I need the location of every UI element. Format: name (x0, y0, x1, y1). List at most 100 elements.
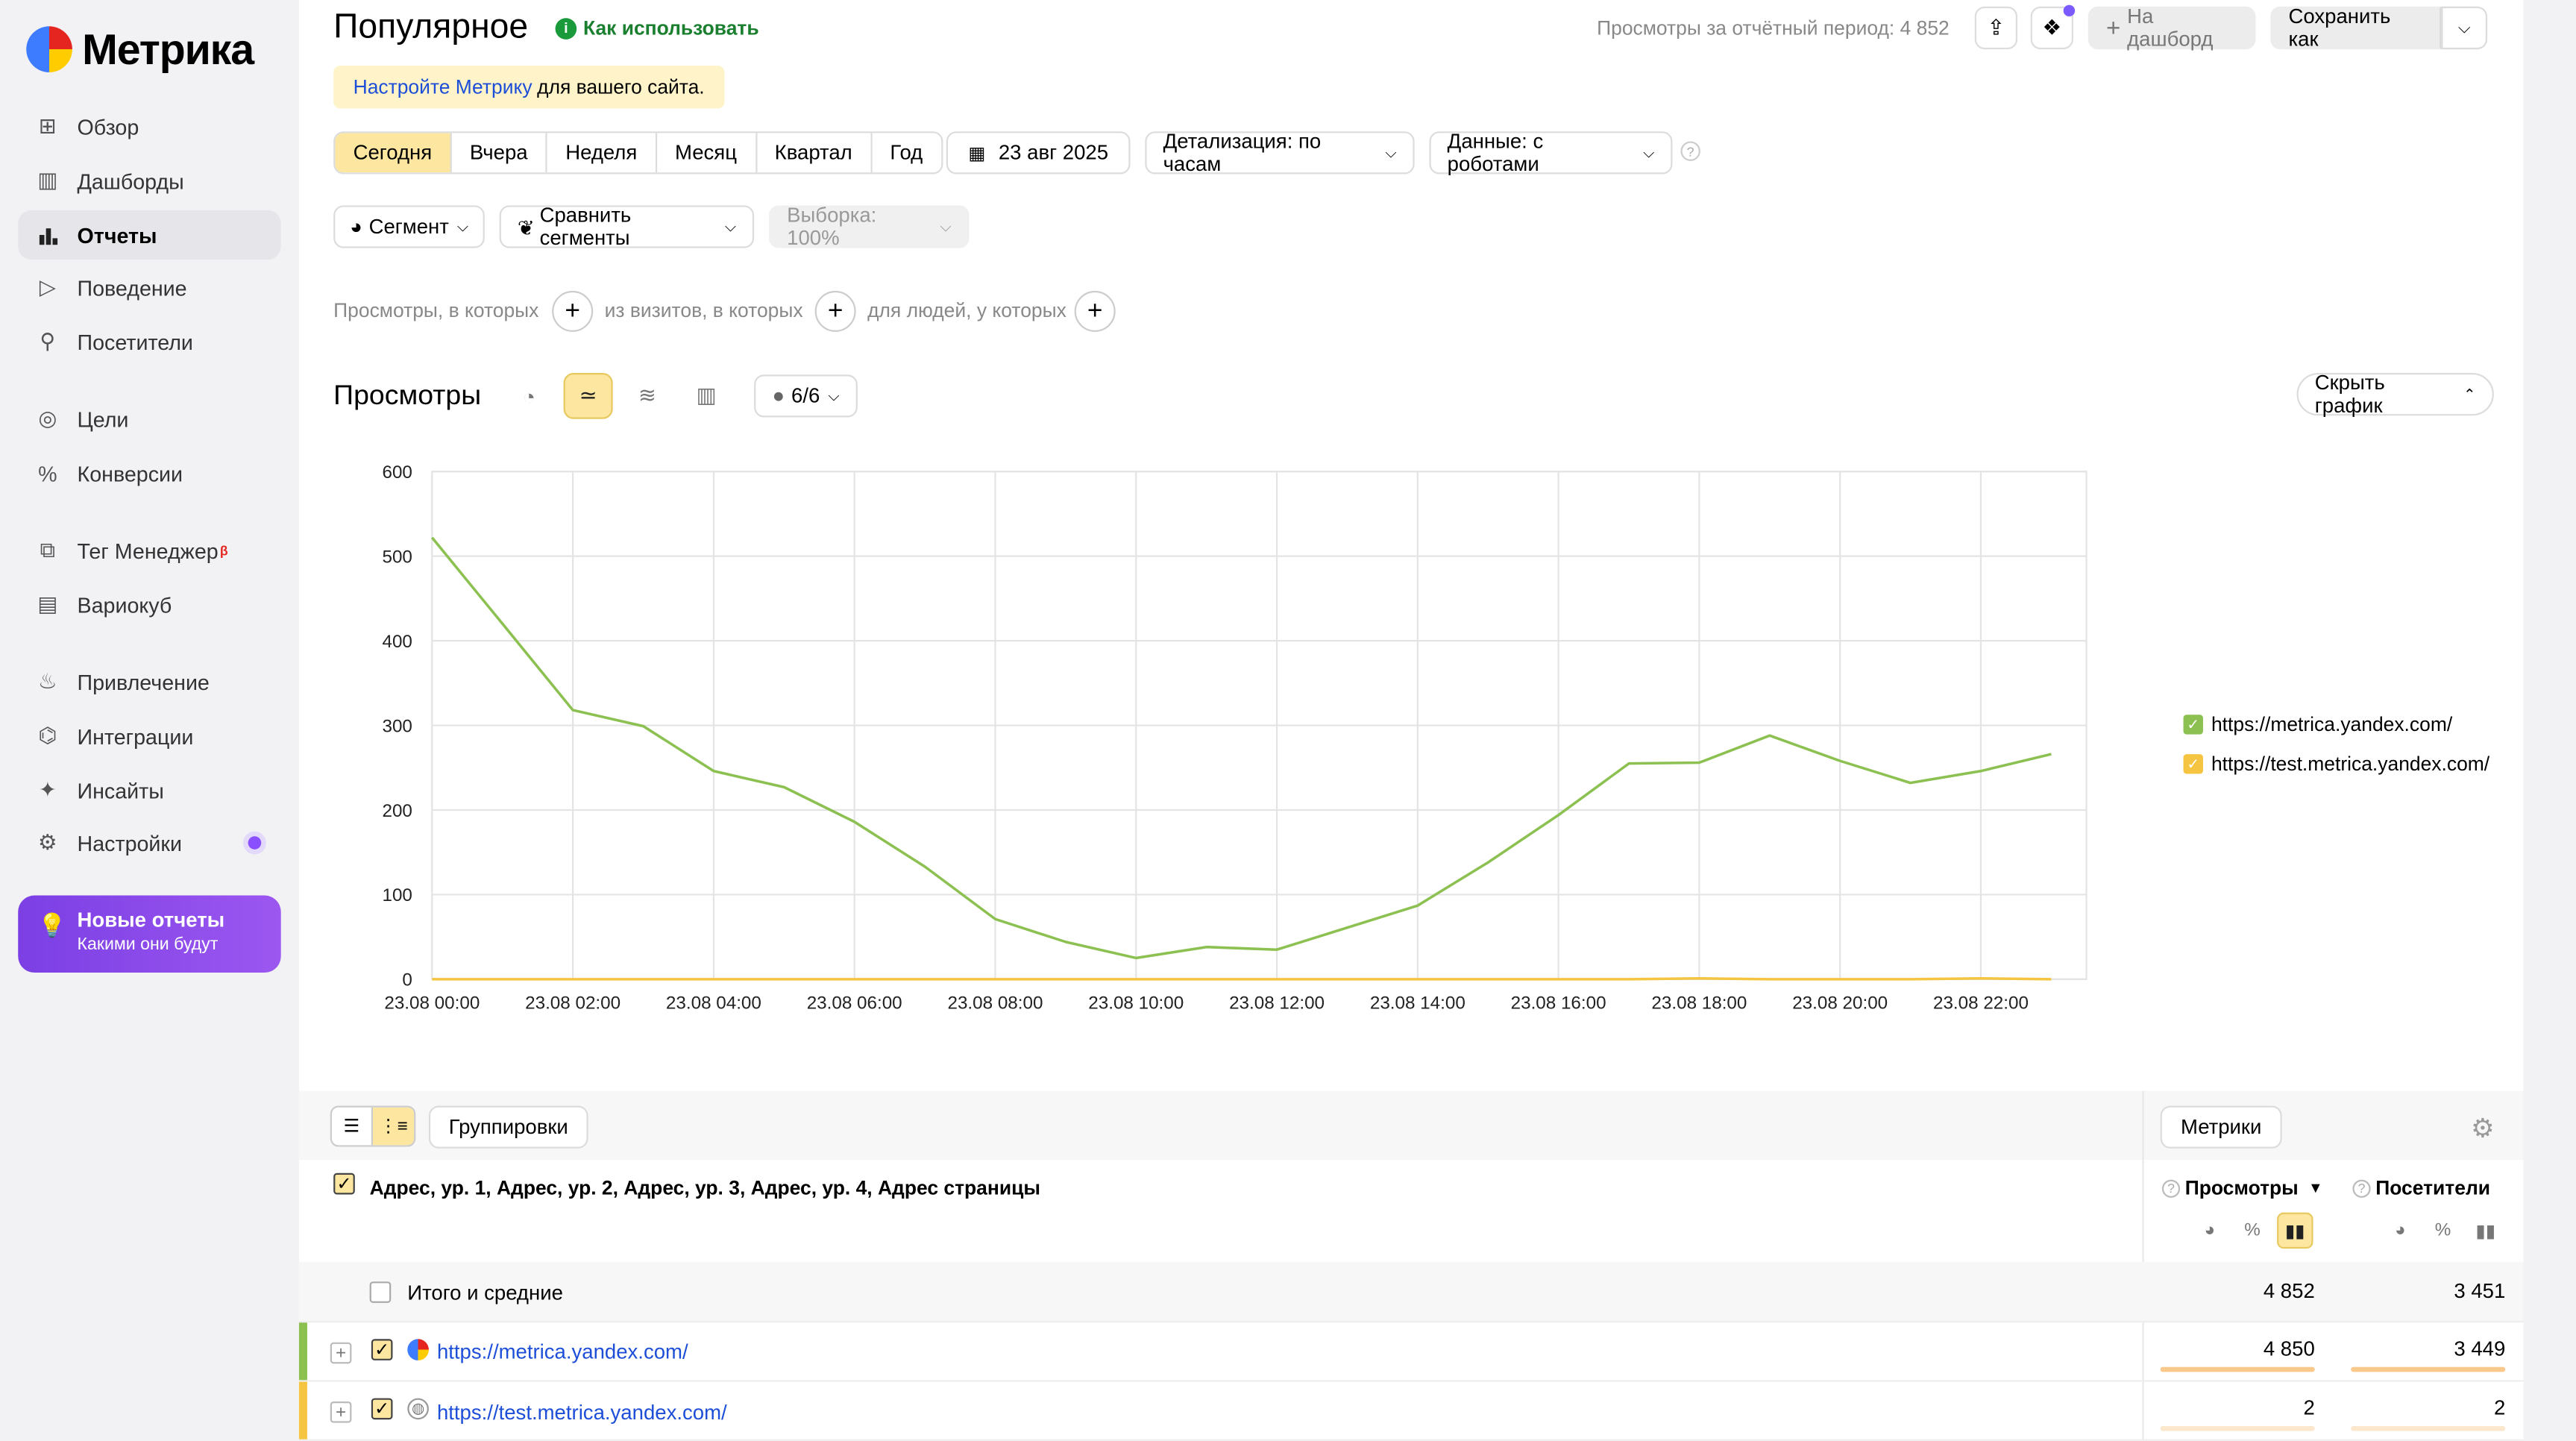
add-views-condition-button[interactable]: + (552, 290, 594, 332)
series-toggle-dropdown[interactable]: ● 6/6 ⌵ (754, 374, 858, 418)
data-mode-label: Данные: с роботами (1447, 130, 1544, 176)
export-button[interactable]: ⇪ (1974, 6, 2018, 50)
column-header-views[interactable]: ? Просмотры ▼ (2161, 1176, 2323, 1199)
help-icon[interactable]: ? (2161, 1178, 2181, 1197)
sidebar-item-goals[interactable]: ◎ Цели (18, 395, 280, 444)
drops-icon: ❦ (517, 216, 535, 239)
metrics-button[interactable]: Метрики (2160, 1105, 2282, 1149)
sidebar-item-dashboards[interactable]: ▥ Дашборды (18, 156, 280, 205)
sidebar-item-settings[interactable]: ⚙ Настройки (18, 818, 280, 867)
add-visits-condition-button[interactable]: + (814, 290, 856, 332)
tree-view-button[interactable]: ⋮≡ (373, 1107, 415, 1146)
legend-checkbox-icon: ✓ (2183, 754, 2203, 774)
chart-type-bar[interactable]: ▥ (682, 373, 731, 419)
date-picker[interactable]: ▦ 23 авг 2025 (946, 131, 1131, 175)
tag-manager-icon: ⧉ (40, 537, 56, 562)
period-week[interactable]: Неделя (547, 133, 657, 173)
row-visitors: 3 449 (2454, 1337, 2506, 1360)
row-url-link[interactable]: https://metrica.yandex.com/ (437, 1340, 688, 1363)
row-visitors: 2 (2493, 1396, 2506, 1420)
save-as-button[interactable]: Сохранить как (2270, 5, 2442, 51)
groupings-button[interactable]: Группировки (428, 1105, 588, 1149)
dimension-header: Адрес, ур. 1, Адрес, ур. 2, Адрес, ур. 3… (369, 1176, 1040, 1200)
add-people-condition-button[interactable]: + (1074, 290, 1116, 332)
period-today[interactable]: Сегодня (335, 133, 452, 173)
row-views: 2 (2303, 1396, 2315, 1420)
views-bar-toggle[interactable]: ▮▮ (2277, 1212, 2313, 1249)
sidebar-item-label: Привлечение (77, 669, 210, 694)
period-quarter[interactable]: Квартал (756, 133, 873, 173)
views-share-track (2160, 1426, 2315, 1431)
legend-item-metrica[interactable]: ✓ https://metrica.yandex.com/ (2183, 713, 2452, 736)
legend-checkbox-icon: ✓ (2183, 715, 2203, 735)
metrica-favicon-icon (407, 1339, 429, 1360)
ai-assistant-button[interactable]: ❖ (2030, 4, 2076, 50)
chart-type-area[interactable]: ≋ (623, 373, 672, 419)
select-all-checkbox[interactable]: ✓ (333, 1172, 355, 1195)
total-label: Итого и средние (407, 1281, 563, 1305)
row-checkbox[interactable]: ✓ (371, 1398, 393, 1420)
sidebar-item-overview[interactable]: ⊞ Обзор (18, 102, 280, 151)
period-year[interactable]: Год (872, 133, 940, 172)
condition-label-views: Просмотры, в которых (333, 298, 539, 322)
views-pie-toggle[interactable]: ◕ (2192, 1213, 2228, 1249)
chevron-down-icon: ⌵ (724, 217, 736, 234)
row-color-marker (298, 1322, 307, 1381)
row-url-link[interactable]: https://test.metrica.yandex.com/ (437, 1401, 727, 1425)
bar-chart-icon: ▮▮ (2284, 1221, 2305, 1242)
how-to-use-link[interactable]: i Как использовать (555, 16, 759, 40)
sidebar-item-tag-manager[interactable]: ⧉ Тег Менеджер β (18, 526, 280, 575)
sample-dropdown[interactable]: Выборка: 100% ⌵ (768, 204, 970, 250)
sidebar-item-integrations[interactable]: ⌬ Интеграции (18, 712, 280, 761)
visitors-bar-toggle[interactable]: ▮▮ (2468, 1213, 2504, 1249)
x-tick-label: 23.08 22:00 (1933, 993, 2029, 1014)
save-as-dropdown[interactable]: ⌵ (2441, 6, 2488, 50)
expand-row-button[interactable]: + (330, 1342, 352, 1364)
sparkle-icon: ✦ (38, 776, 57, 802)
chevron-down-icon: ⌵ (456, 217, 468, 234)
total-checkbox[interactable] (369, 1281, 392, 1303)
list-view-button[interactable]: ☰ (332, 1107, 374, 1146)
expand-row-button[interactable]: + (330, 1401, 352, 1423)
visitors-pie-toggle[interactable]: ◕ (2382, 1213, 2418, 1249)
column-header-visitors[interactable]: ? Посетители (2352, 1176, 2490, 1199)
sidebar-item-visitors[interactable]: ⚲ Посетители (18, 317, 280, 366)
compare-segments-dropdown[interactable]: ❦ Сравнить сегменты ⌵ (499, 204, 755, 250)
reports-icon (34, 222, 60, 248)
row-checkbox[interactable]: ✓ (371, 1339, 393, 1360)
segment-dropdown[interactable]: ◕ Сегмент ⌵ (333, 205, 485, 248)
sidebar-item-conversions[interactable]: % Конверсии (18, 448, 280, 497)
chart-type-pie[interactable]: ◔ (504, 373, 553, 419)
area-chart-icon: ≋ (638, 383, 656, 408)
help-icon[interactable]: ? (2352, 1178, 2371, 1197)
period-month[interactable]: Месяц (657, 133, 757, 173)
table-row[interactable]: + ✓ ◍ https://test.metrica.yandex.com/ 2… (298, 1381, 2524, 1441)
views-percent-toggle[interactable]: % (2234, 1213, 2270, 1249)
y-tick-label: 300 (382, 716, 412, 736)
data-mode-dropdown[interactable]: Данные: с роботами ⌵ (1429, 130, 1673, 176)
table-settings-gear-icon[interactable]: ⚙ (2471, 1112, 2495, 1145)
sidebar-item-label: Тег Менеджер (77, 538, 219, 563)
new-reports-promo[interactable]: 💡 Новые отчеты Какими они будут (18, 895, 281, 973)
to-dashboard-button[interactable]: + На дашборд (2087, 5, 2256, 51)
period-yesterday[interactable]: Вчера (452, 133, 548, 173)
hide-chart-button[interactable]: Скрыть график ⌃ (2296, 371, 2494, 418)
sidebar-item-insights[interactable]: ✦ Инсайты (18, 766, 280, 815)
y-tick-label: 500 (382, 547, 412, 567)
table-row[interactable]: + ✓ https://metrica.yandex.com/ 4 850 3 … (298, 1322, 2524, 1382)
sidebar-item-behavior[interactable]: ▷ Поведение (18, 263, 280, 312)
sidebar-item-acquisition[interactable]: ♨ Привлечение (18, 657, 280, 706)
legend-item-test-metrica[interactable]: ✓ https://test.metrica.yandex.com/ (2183, 753, 2489, 776)
visitors-percent-toggle[interactable]: % (2425, 1213, 2460, 1249)
y-tick-label: 400 (382, 632, 412, 652)
chart-type-line[interactable]: ≃ (563, 373, 613, 419)
logo[interactable]: Метрика (26, 23, 254, 75)
sidebar-item-variocube[interactable]: ▤ Вариокуб (18, 580, 280, 630)
help-icon[interactable]: ? (1680, 141, 1700, 161)
detail-dropdown[interactable]: Детализация: по часам ⌵ (1145, 130, 1415, 176)
sidebar-item-reports[interactable]: Отчеты (18, 210, 281, 260)
setup-metrica-link[interactable]: Настройте Метрику (354, 75, 533, 98)
variocube-icon: ▤ (37, 591, 58, 617)
notification-dot (2063, 4, 2076, 17)
x-tick-label: 23.08 02:00 (525, 993, 621, 1014)
